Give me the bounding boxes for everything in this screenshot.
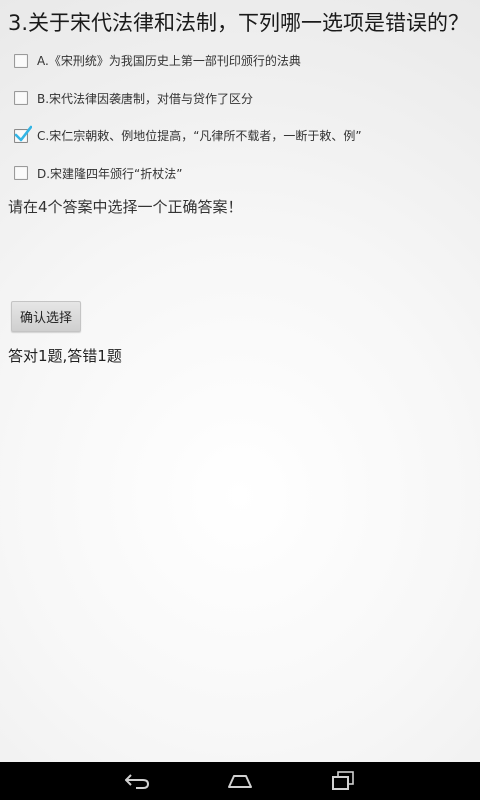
quiz-screen: 3.关于宋代法律和法制，下列哪一选项是错误的？ A.《宋刑统》为我国历史上第一部…: [0, 0, 480, 762]
option-b[interactable]: B.宋代法律因袭唐制，对借与贷作了区分: [0, 80, 480, 118]
option-c-label: C.宋仁宗朝敕、例地位提高，“凡律所不载者，一断于敕、例”: [37, 129, 362, 144]
option-a-checkbox[interactable]: [14, 53, 28, 68]
options-list: A.《宋刑统》为我国历史上第一部刊印颁行的法典 B.宋代法律因袭唐制，对借与贷作…: [0, 42, 480, 192]
score-text: 答对1题,答错1题: [8, 347, 122, 365]
instruction-text: 请在4个答案中选择一个正确答案！: [8, 198, 243, 216]
home-icon: [228, 775, 252, 788]
option-a-label: A.《宋刑统》为我国历史上第一部刊印颁行的法典: [37, 54, 301, 69]
recent-apps-icon: [332, 771, 354, 790]
back-button[interactable]: [117, 768, 157, 794]
option-b-label: B.宋代法律因袭唐制，对借与贷作了区分: [37, 91, 254, 106]
option-b-checkbox[interactable]: [14, 91, 28, 106]
option-d[interactable]: D.宋建隆四年颁行“折杖法”: [0, 155, 480, 193]
home-button[interactable]: [220, 768, 260, 794]
back-icon: [125, 774, 150, 789]
confirm-button[interactable]: 确认选择: [11, 301, 81, 332]
navigation-bar: [0, 762, 480, 800]
option-d-checkbox[interactable]: [14, 166, 28, 181]
option-c-checkbox[interactable]: [14, 125, 32, 143]
question-text: 3.关于宋代法律和法制，下列哪一选项是错误的？: [8, 11, 470, 35]
check-mark-icon: [14, 125, 32, 142]
recent-apps-button[interactable]: [323, 768, 363, 794]
option-c[interactable]: C.宋仁宗朝敕、例地位提高，“凡律所不载者，一断于敕、例”: [0, 117, 480, 155]
option-a[interactable]: A.《宋刑统》为我国历史上第一部刊印颁行的法典: [0, 42, 480, 80]
option-d-label: D.宋建隆四年颁行“折杖法”: [37, 166, 183, 181]
